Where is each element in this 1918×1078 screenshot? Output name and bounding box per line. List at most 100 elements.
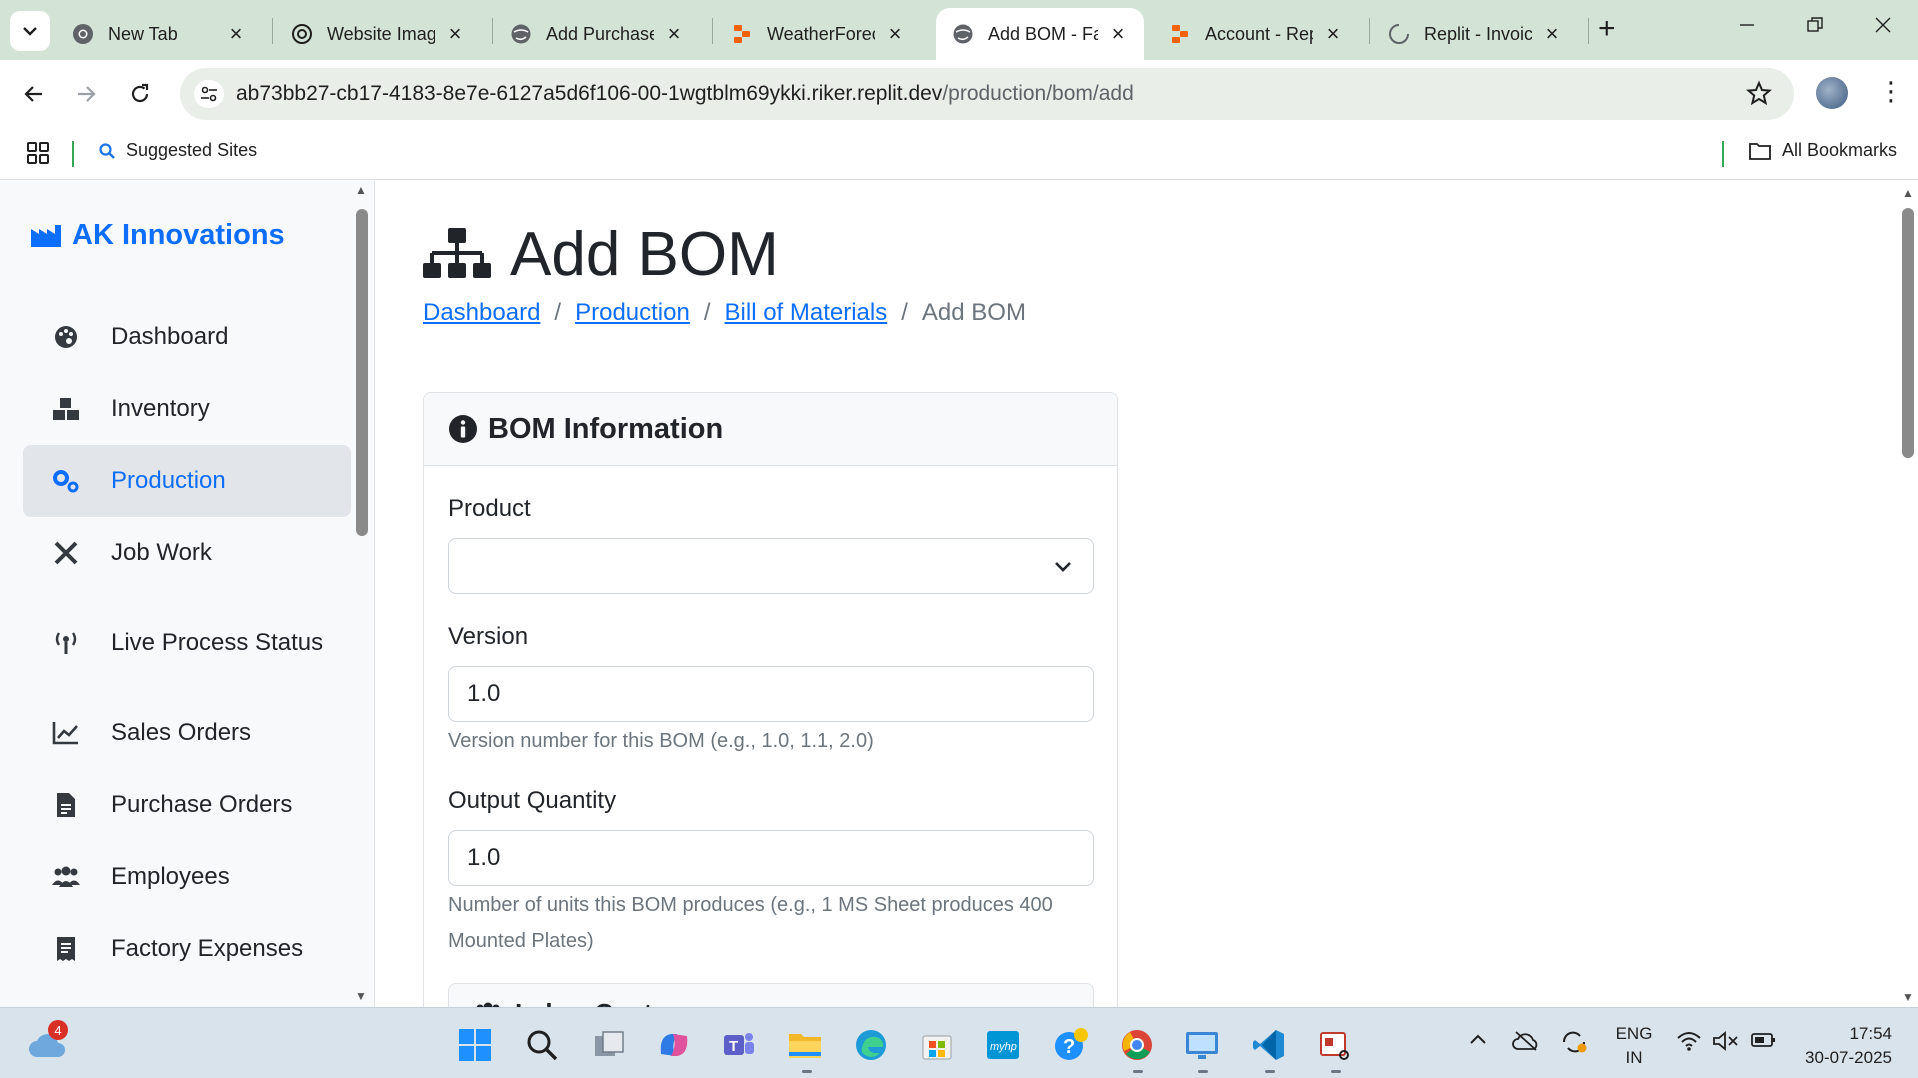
url-text[interactable]: ab73bb27-cb17-4183-8e7e-6127a5d6f106-00-… xyxy=(236,82,1134,106)
sidebar-item-inventory[interactable]: Inventory xyxy=(23,373,351,445)
wifi-tray[interactable] xyxy=(1676,1030,1702,1057)
tab-weather-forecast[interactable]: WeatherForec × xyxy=(715,8,921,60)
copilot-app[interactable] xyxy=(655,1026,693,1064)
folder-icon xyxy=(1749,142,1771,160)
apps-grid-icon[interactable] xyxy=(26,141,50,170)
taskbar-clock[interactable]: 17:54 30-07-2025 xyxy=(1796,1022,1892,1070)
bookmark-suggested-sites[interactable]: Suggested Sites xyxy=(98,140,257,161)
tab-website-image[interactable]: Website Imag × xyxy=(275,8,481,60)
running-indicator xyxy=(802,1070,812,1073)
close-icon[interactable]: × xyxy=(1108,21,1128,46)
taskbar-search-button[interactable] xyxy=(523,1026,561,1064)
sidebar-item-purchase-orders[interactable]: Purchase Orders xyxy=(23,769,351,841)
palette-icon xyxy=(51,322,81,352)
output-quantity-input[interactable]: 1.0 xyxy=(448,830,1094,886)
close-icon[interactable]: × xyxy=(1323,21,1343,46)
show-hidden-icons[interactable] xyxy=(1468,1030,1488,1051)
tab-title: Add Purchase xyxy=(546,23,654,44)
sidebar-scrollbar[interactable] xyxy=(356,209,368,536)
replit-icon xyxy=(731,23,753,45)
back-button[interactable] xyxy=(18,78,50,110)
start-button[interactable] xyxy=(456,1026,494,1064)
microsoft-store-app[interactable] xyxy=(918,1026,956,1064)
main-scroll-up-arrow[interactable]: ▲ xyxy=(1902,186,1914,200)
breadcrumb-separator: / xyxy=(703,299,711,326)
file-explorer-app[interactable] xyxy=(786,1026,824,1064)
notification-badge: 4 xyxy=(48,1020,68,1040)
loading-icon xyxy=(1388,23,1410,45)
running-indicator xyxy=(1133,1070,1143,1073)
remote-desktop-app[interactable] xyxy=(1183,1026,1221,1064)
all-bookmarks-button[interactable]: All Bookmarks xyxy=(1748,140,1897,161)
brand-logo[interactable]: AK Innovations xyxy=(30,219,285,252)
main-scroll-down-arrow[interactable]: ▼ xyxy=(1902,990,1914,1004)
breadcrumb-dashboard-link[interactable]: Dashboard xyxy=(423,299,540,327)
sync-tray[interactable] xyxy=(1560,1030,1588,1059)
sidebar-item-factory-expenses[interactable]: Factory Expenses xyxy=(23,913,351,985)
battery-tray[interactable] xyxy=(1750,1030,1778,1055)
wifi-icon xyxy=(1677,1032,1701,1051)
tab-account[interactable]: Account - Rep × xyxy=(1153,8,1359,60)
close-icon[interactable]: × xyxy=(885,21,905,46)
card-header: BOM Information xyxy=(424,393,1117,466)
restore-button[interactable] xyxy=(1806,14,1824,40)
myhp-app[interactable]: myhp xyxy=(984,1026,1022,1064)
address-bar[interactable]: ab73bb27-cb17-4183-8e7e-6127a5d6f106-00-… xyxy=(180,68,1794,120)
reload-button[interactable] xyxy=(124,78,156,110)
sidebar-item-live-process-status[interactable]: Live Process Status xyxy=(23,607,351,679)
sidebar-item-sales-orders[interactable]: Sales Orders xyxy=(23,697,351,769)
tab-new-tab[interactable]: New Tab × xyxy=(56,8,262,60)
sidebar-item-job-work[interactable]: Job Work xyxy=(23,517,351,589)
sidebar-item-dashboard[interactable]: Dashboard xyxy=(23,301,351,373)
tab-add-bom[interactable]: Add BOM - Fa × xyxy=(936,8,1144,60)
scroll-up-arrow[interactable]: ▲ xyxy=(355,183,367,197)
task-view-button[interactable] xyxy=(590,1026,628,1064)
svg-text:?: ? xyxy=(1063,1036,1075,1058)
tab-add-purchase[interactable]: Add Purchase × xyxy=(494,8,700,60)
version-input[interactable]: 1.0 xyxy=(448,666,1094,722)
browser-toolbar: ab73bb27-cb17-4183-8e7e-6127a5d6f106-00-… xyxy=(0,60,1918,128)
snipping-tool-app[interactable] xyxy=(1316,1026,1354,1064)
scroll-down-arrow[interactable]: ▼ xyxy=(355,989,367,1003)
language-indicator[interactable]: ENG IN xyxy=(1614,1022,1654,1070)
restore-icon xyxy=(1807,17,1823,32)
cogs-icon xyxy=(51,466,81,496)
close-icon[interactable]: × xyxy=(226,21,246,46)
tab-search-button[interactable] xyxy=(10,11,50,51)
browser-menu-icon[interactable]: ⋮ xyxy=(1878,78,1904,104)
profile-avatar[interactable] xyxy=(1816,77,1848,109)
close-icon[interactable]: × xyxy=(1542,21,1562,46)
bookmark-label: Suggested Sites xyxy=(126,140,258,160)
help-app[interactable]: ? xyxy=(1052,1026,1090,1064)
info-circle-icon xyxy=(449,415,477,443)
close-icon[interactable]: × xyxy=(664,21,684,46)
globe-icon xyxy=(952,23,974,45)
sidebar-item-label: Inventory xyxy=(111,395,210,422)
sidebar-item-employees[interactable]: Employees xyxy=(23,841,351,913)
onedrive-tray[interactable] xyxy=(1512,1030,1540,1057)
breadcrumb-production-link[interactable]: Production xyxy=(575,299,690,327)
volume-tray[interactable] xyxy=(1712,1030,1740,1057)
folder-icon xyxy=(789,1034,821,1058)
sidebar-item-production[interactable]: Production xyxy=(23,445,351,517)
new-tab-button[interactable]: + xyxy=(1598,14,1616,44)
main-scrollbar[interactable] xyxy=(1902,208,1914,458)
breadcrumb-bom-link[interactable]: Bill of Materials xyxy=(725,299,888,327)
close-window-button[interactable] xyxy=(1874,14,1892,40)
openai-icon xyxy=(291,23,313,45)
forward-button[interactable] xyxy=(70,78,102,110)
tab-replit-invoice[interactable]: Replit - Invoic × xyxy=(1372,8,1578,60)
teams-app[interactable]: T xyxy=(720,1026,758,1064)
bookmark-star-icon[interactable] xyxy=(1746,80,1772,111)
minimize-button[interactable] xyxy=(1738,14,1756,40)
chrome-app[interactable] xyxy=(1118,1026,1156,1064)
product-select[interactable] xyxy=(448,538,1094,594)
sidebar-item-label: Sales Orders xyxy=(111,719,252,746)
sidebar-item-label: Job Work xyxy=(111,539,212,566)
edge-app[interactable] xyxy=(852,1026,890,1064)
boxes-icon xyxy=(51,394,81,424)
close-icon[interactable]: × xyxy=(445,21,465,46)
vscode-app[interactable] xyxy=(1250,1026,1288,1064)
battery-icon xyxy=(1751,1033,1775,1047)
site-info-icon[interactable] xyxy=(194,80,224,108)
